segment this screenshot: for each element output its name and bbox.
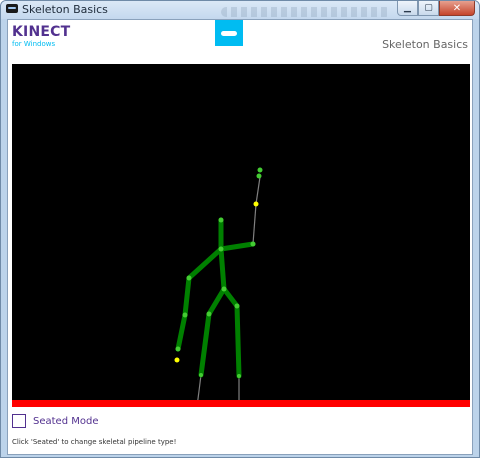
sensor-bar-icon bbox=[221, 30, 237, 36]
sensor-status-icon bbox=[215, 20, 243, 46]
joint-right-hand-tip bbox=[257, 167, 263, 173]
joint-right-knee bbox=[237, 374, 241, 378]
close-button[interactable]: ✕ bbox=[439, 1, 475, 16]
seated-mode-label[interactable]: Seated Mode bbox=[33, 416, 98, 427]
maximize-icon: ▢ bbox=[424, 3, 433, 13]
bone-hip-right bbox=[221, 286, 240, 309]
bone-neck-left-shoulder bbox=[186, 246, 224, 281]
kinect-sensor-icon bbox=[6, 4, 18, 13]
joint-left-hip bbox=[206, 311, 212, 317]
bone-neck-right-shoulder bbox=[218, 241, 256, 252]
joint-neck bbox=[218, 246, 224, 252]
joint-left-knee bbox=[199, 373, 203, 377]
joint-left-wrist bbox=[175, 346, 181, 352]
logo-main: KINECT bbox=[12, 24, 71, 40]
joint-spine bbox=[221, 286, 227, 292]
bone-right-wrist-hand bbox=[255, 176, 261, 205]
status-bar-text: Click 'Seated' to change skeletal pipeli… bbox=[12, 438, 177, 446]
seated-mode-checkbox[interactable]: Seated Mode bbox=[12, 414, 98, 428]
bone-spine bbox=[218, 246, 227, 292]
tracked-bones bbox=[175, 217, 256, 379]
bone-hip-left bbox=[206, 286, 227, 317]
app-title: Skeleton Basics bbox=[382, 38, 468, 51]
client-area: KINECT for Windows Skeleton Basics Seate… bbox=[7, 19, 473, 455]
joint-right-hip bbox=[234, 303, 240, 309]
close-icon: ✕ bbox=[452, 2, 462, 14]
joint-right-shoulder bbox=[250, 241, 256, 247]
kinect-logo: KINECT for Windows bbox=[12, 25, 70, 49]
joint-left-elbow bbox=[182, 312, 188, 318]
bone-right-thigh bbox=[234, 303, 242, 379]
skeleton-view bbox=[12, 64, 470, 407]
bone-left-thigh bbox=[198, 311, 212, 378]
joint-right-hand bbox=[256, 173, 262, 179]
window-title: Skeleton Basics bbox=[22, 3, 108, 16]
bone-right-elbow-wrist bbox=[252, 203, 257, 245]
joint-right-wrist bbox=[253, 201, 259, 207]
bone-left-forearm bbox=[175, 312, 188, 352]
minimize-icon: ▁ bbox=[404, 3, 411, 13]
title-bar[interactable]: Skeleton Basics ▁ ▢ ✕ bbox=[1, 1, 479, 19]
joint-left-hand bbox=[174, 357, 180, 363]
caption-buttons: ▁ ▢ ✕ bbox=[397, 1, 475, 18]
joint-left-shoulder bbox=[186, 275, 192, 281]
background-blur bbox=[221, 7, 391, 17]
checkbox-box[interactable] bbox=[12, 414, 26, 428]
tracked-joints bbox=[175, 167, 263, 378]
skeleton-canvas bbox=[174, 167, 263, 407]
clip-bottom-indicator bbox=[12, 400, 470, 407]
application-window: Skeleton Basics ▁ ▢ ✕ KINECT for Windows… bbox=[0, 0, 480, 458]
joint-head bbox=[218, 217, 224, 223]
logo-sub: for Windows bbox=[12, 40, 56, 48]
bone-left-upper-arm bbox=[182, 275, 192, 318]
maximize-button[interactable]: ▢ bbox=[418, 1, 439, 16]
minimize-button[interactable]: ▁ bbox=[397, 1, 418, 16]
